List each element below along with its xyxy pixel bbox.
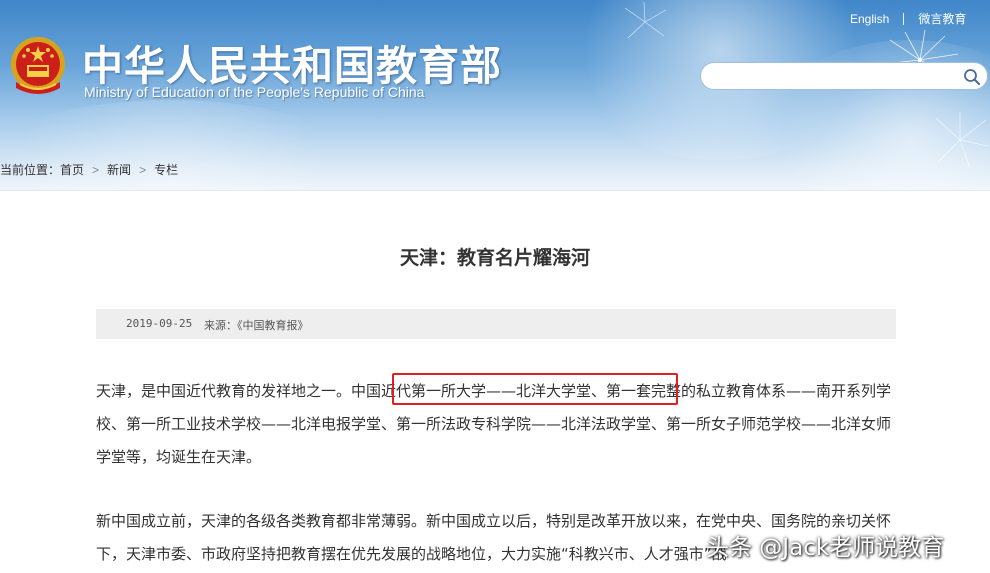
dandelion-decoration-icon xyxy=(624,2,667,39)
breadcrumb-prefix: 当前位置： xyxy=(0,163,61,177)
weibo-link[interactable]: 微言教育 xyxy=(918,10,966,27)
article-title: 天津：教育名片耀海河 xyxy=(399,247,590,269)
chevron-right-icon: > xyxy=(92,163,100,177)
dandelion-decoration-icon xyxy=(935,112,989,169)
highlight-box xyxy=(392,373,678,405)
national-emblem-icon xyxy=(11,37,65,94)
site-header: 中华人民共和国教育部 Ministry of Education of the … xyxy=(0,0,990,190)
article-meta-bar: 2019-09-25 来源：《中国教育报》 xyxy=(96,309,896,339)
breadcrumb: 当前位置：首页 > 新闻 > 专栏 xyxy=(0,161,178,178)
breadcrumb-column[interactable]: 专栏 xyxy=(154,163,178,177)
english-link[interactable]: English xyxy=(850,12,889,26)
divider xyxy=(903,12,905,25)
search-icon[interactable] xyxy=(963,68,981,86)
site-title-cn: 中华人民共和国教育部 xyxy=(82,42,502,90)
article-source: 来源：《中国教育报》 xyxy=(204,319,309,332)
publish-date: 2019-09-25 xyxy=(126,317,193,330)
breadcrumb-news[interactable]: 新闻 xyxy=(107,163,131,177)
chevron-right-icon: > xyxy=(139,163,147,177)
site-title-en: Ministry of Education of the People's Re… xyxy=(84,84,425,100)
watermark: 头条 @Jack老师说教育 xyxy=(706,535,945,561)
search-box xyxy=(700,62,988,90)
top-links: English 微言教育 xyxy=(850,10,966,27)
breadcrumb-home[interactable]: 首页 xyxy=(60,163,84,177)
search-input[interactable] xyxy=(715,67,959,87)
